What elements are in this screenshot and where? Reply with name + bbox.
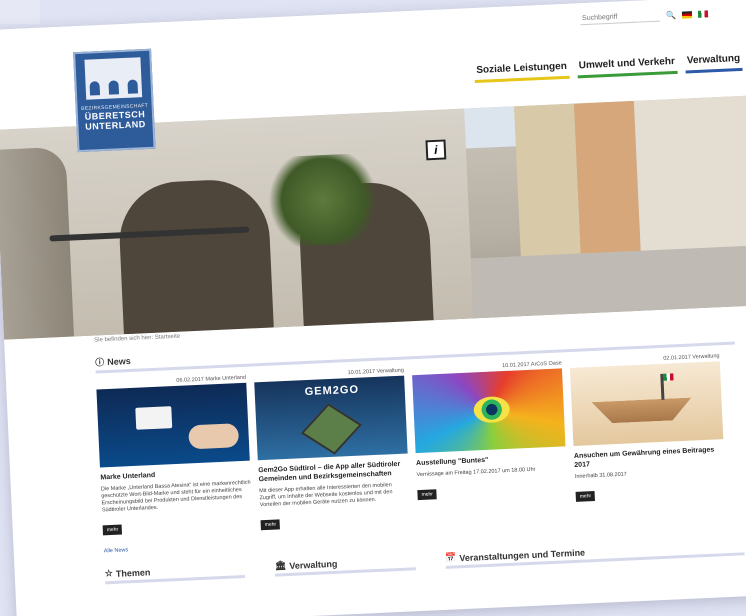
- news-thumbnail[interactable]: [412, 368, 566, 454]
- search-area: Suchbegriff 🔍: [579, 7, 709, 26]
- news-card[interactable]: 10.01.2017 Verwaltung GEM2GO Gem2Go Südt…: [254, 368, 411, 532]
- search-input[interactable]: Suchbegriff: [579, 9, 661, 26]
- more-button[interactable]: mehr: [417, 489, 438, 501]
- news-card[interactable]: 10.01.2017 ArCoS Oase Ausstellung "Bunte…: [412, 360, 569, 524]
- news-desc: Mit dieser App erhalten alle Interessier…: [259, 482, 393, 509]
- news-thumbnail[interactable]: GEM2GO: [254, 375, 408, 461]
- verwaltung-heading: 🏛 Verwaltung: [274, 554, 416, 577]
- info-sign-icon: i: [425, 139, 447, 161]
- calendar-icon: 📅: [444, 552, 457, 563]
- events-heading: 📅 Veranstaltungen und Termine: [444, 539, 745, 569]
- nav-soziale-leistungen[interactable]: Soziale Leistungen: [473, 58, 570, 84]
- news-desc: Die Marke „Unterland Bassa Atesina“ ist …: [100, 479, 251, 514]
- star-icon: ☆: [104, 567, 114, 579]
- news-title[interactable]: Gem2Go Südtirol – die App aller Südtirol…: [258, 459, 409, 484]
- nav-verwaltung[interactable]: Verwaltung: [684, 50, 743, 74]
- news-card[interactable]: 06.02.2017 Marke Unterland Marke Unterla…: [96, 375, 253, 539]
- news-thumbnail[interactable]: [569, 361, 724, 446]
- logo-line3: UNTERLAND: [85, 119, 146, 132]
- news-card[interactable]: 02.01.2017 Verwaltung Ansuchen um Gewähr…: [569, 353, 727, 517]
- more-button[interactable]: mehr: [102, 524, 123, 536]
- themen-heading: ☆ Themen: [104, 561, 246, 585]
- news-thumbnail[interactable]: [96, 382, 250, 468]
- castle-icon: [84, 57, 143, 100]
- main-content: Sie befinden sich hier: Startseite ⓘ New…: [94, 309, 745, 593]
- search-icon[interactable]: 🔍: [666, 10, 676, 19]
- news-desc: Vernissage am Freitag 17.02.2017 um 18.0…: [416, 466, 536, 479]
- more-button[interactable]: mehr: [260, 519, 281, 531]
- nav-umwelt-verkehr[interactable]: Umwelt und Verkehr: [576, 53, 678, 79]
- building-icon: 🏛: [274, 560, 287, 571]
- website-page: Suchbegriff 🔍 Soziale Leistungen Umwelt …: [0, 0, 746, 616]
- news-title[interactable]: Ansuchen um Gewährung eines Beitrages 20…: [574, 445, 725, 470]
- flag-it-icon[interactable]: [697, 9, 709, 18]
- flag-de-icon[interactable]: [681, 10, 693, 19]
- news-desc: Innerhalb 31.08.2017: [574, 471, 627, 480]
- main-nav: Soziale Leistungen Umwelt und Verkehr Ve…: [473, 50, 743, 84]
- site-logo[interactable]: BEZIRKSGEMEINSCHAFT ÜBERETSCH UNTERLAND: [73, 48, 156, 153]
- more-button[interactable]: mehr: [575, 491, 596, 502]
- background-panel: [0, 0, 40, 24]
- news-list: 06.02.2017 Marke Unterland Marke Unterla…: [96, 353, 742, 539]
- info-icon: ⓘ: [94, 357, 105, 368]
